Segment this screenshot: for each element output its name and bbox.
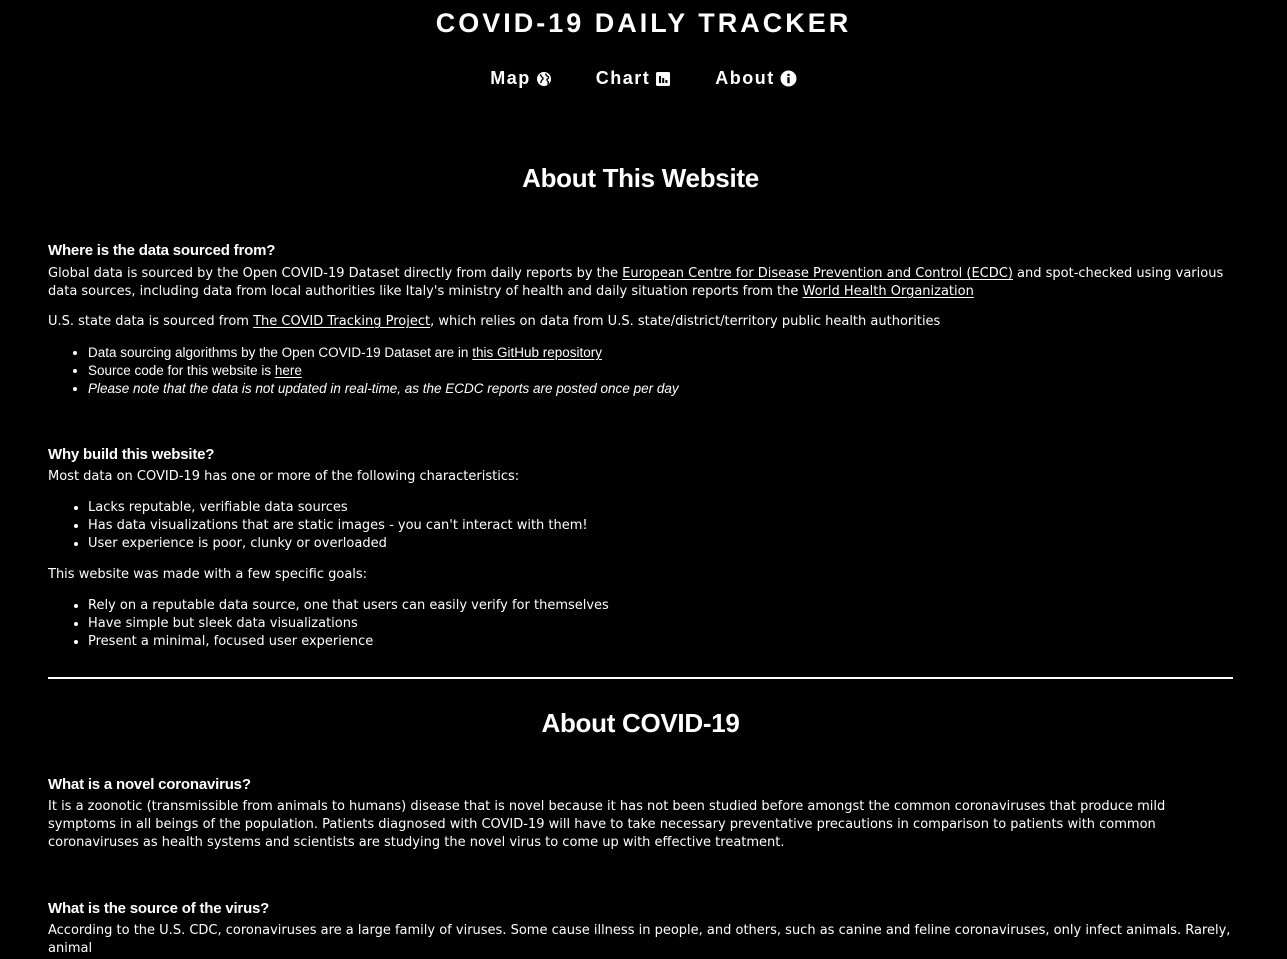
- novel-coronavirus-answer: It is a zoonotic (transmissible from ani…: [48, 799, 1166, 850]
- list-item: Please note that the data is not updated…: [88, 380, 1233, 398]
- globe-icon: [536, 71, 552, 87]
- goals-list: Rely on a reputable data source, one tha…: [48, 597, 1233, 651]
- main-nav: Map Chart About: [0, 68, 1287, 89]
- github-repo-link[interactable]: this GitHub repository: [472, 345, 602, 360]
- question-why-build: Why build this website?: [48, 446, 215, 463]
- ecdc-link[interactable]: European Centre for Disease Prevention a…: [622, 266, 1013, 281]
- data-source-paragraph: Global data is sourced by the Open COVID…: [48, 266, 1224, 299]
- problems-list: Lacks reputable, verifiable data sources…: [48, 499, 1233, 553]
- list-item: User experience is poor, clunky or overl…: [88, 535, 1233, 553]
- bar-chart-icon: [655, 71, 671, 87]
- list-item: Source code for this website is here: [88, 362, 1233, 380]
- nav-chart-label: Chart: [595, 68, 651, 88]
- list-item: Have simple but sleek data visualization…: [88, 615, 1233, 633]
- nav-map[interactable]: Map: [490, 68, 552, 89]
- list-item: Lacks reputable, verifiable data sources: [88, 499, 1233, 517]
- us-data-paragraph: U.S. state data is sourced from The COVI…: [48, 314, 941, 329]
- nav-about[interactable]: About: [715, 68, 797, 89]
- list-item: Data sourcing algorithms by the Open COV…: [88, 344, 1233, 362]
- nav-about-label: About: [715, 68, 775, 88]
- list-item: Present a minimal, focused user experien…: [88, 633, 1233, 651]
- info-icon: [780, 70, 797, 87]
- page: COVID-19 DAILY TRACKER Map Chart About A…: [0, 0, 1287, 959]
- main-content: About This Website Where is the data sou…: [48, 158, 1233, 958]
- covid-tracking-link[interactable]: The COVID Tracking Project: [253, 314, 430, 329]
- source-code-link[interactable]: here: [275, 363, 302, 378]
- goals-intro: This website was made with a few specifi…: [48, 567, 368, 582]
- nav-chart[interactable]: Chart: [596, 68, 672, 89]
- site-title: COVID-19 DAILY TRACKER: [435, 8, 852, 38]
- why-intro: Most data on COVID-19 has one or more of…: [48, 469, 520, 484]
- question-virus-source: What is the source of the virus?: [48, 900, 270, 917]
- question-novel-coronavirus: What is a novel coronavirus?: [48, 776, 251, 793]
- about-website-title: About This Website: [522, 163, 759, 193]
- question-data-source: Where is the data sourced from?: [48, 242, 276, 259]
- who-link[interactable]: World Health Organization: [803, 284, 974, 299]
- list-item: Rely on a reputable data source, one tha…: [88, 597, 1233, 615]
- virus-source-answer: According to the U.S. CDC, coronaviruses…: [48, 923, 1231, 956]
- list-item: Has data visualizations that are static …: [88, 517, 1233, 535]
- data-source-notes: Data sourcing algorithms by the Open COV…: [48, 344, 1233, 398]
- nav-map-label: Map: [490, 68, 531, 88]
- about-covid-title: About COVID-19: [541, 708, 740, 738]
